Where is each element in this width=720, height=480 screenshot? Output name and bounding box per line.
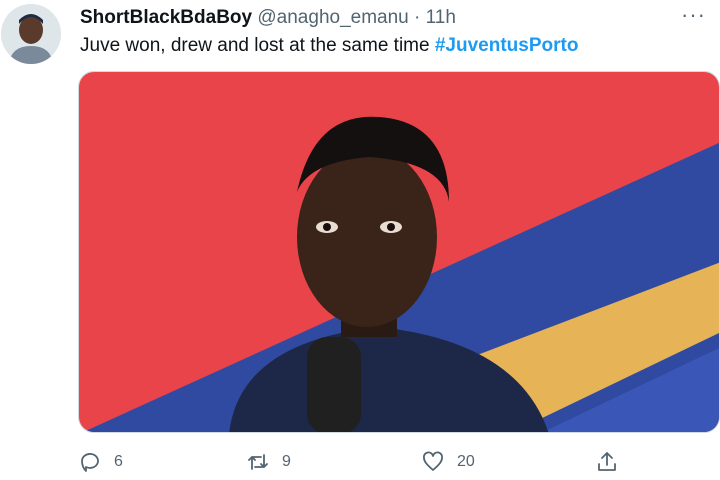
like-button[interactable]: 20: [421, 445, 475, 479]
media-image: [79, 72, 719, 432]
display-name[interactable]: ShortBlackBdaBoy: [80, 7, 252, 28]
avatar[interactable]: [1, 4, 61, 64]
action-bar: 6 9 20: [0, 445, 720, 479]
tweet-header: ShortBlackBdaBoy @anagho_emanu · 11h: [80, 6, 456, 30]
hashtag-link[interactable]: #JuventusPorto: [435, 35, 579, 56]
tweet-body: Juve won, drew and lost at the same time: [80, 35, 435, 56]
user-handle[interactable]: @anagho_emanu: [257, 7, 408, 28]
separator-dot: ·: [414, 7, 421, 28]
tweet-time[interactable]: 11h: [426, 7, 456, 28]
more-icon[interactable]: ···: [681, 2, 706, 28]
share-icon: [598, 452, 616, 471]
retweet-count: 9: [282, 453, 291, 470]
avatar-image: [1, 4, 61, 64]
like-count: 20: [457, 453, 475, 470]
retweet-button[interactable]: 9: [246, 445, 291, 479]
reply-count: 6: [114, 453, 123, 470]
tweet-media[interactable]: [78, 71, 720, 433]
share-button[interactable]: [595, 445, 619, 479]
reply-button[interactable]: 6: [78, 445, 123, 479]
tweet-text: Juve won, drew and lost at the same time…: [80, 34, 578, 58]
reply-icon: [81, 453, 99, 472]
retweet-icon: [248, 454, 268, 470]
like-icon: [423, 451, 443, 471]
